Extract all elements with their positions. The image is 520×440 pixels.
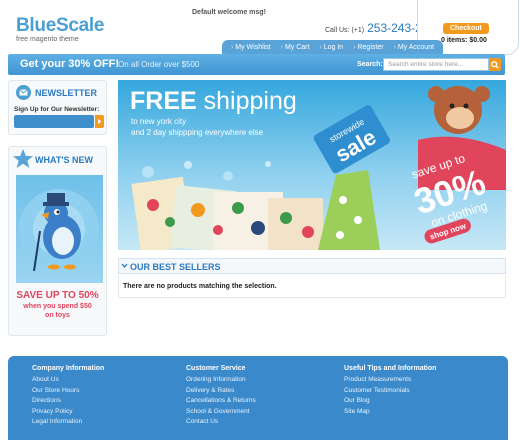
best-sellers-body: There are no products matching the selec… — [118, 276, 506, 298]
whats-new-line1: when you spend $50 — [23, 303, 92, 310]
footer-link-directions[interactable]: Directions — [32, 396, 104, 407]
brand-tagline: free magento theme — [16, 36, 79, 43]
footer-link-privacy[interactable]: Privacy Policy — [32, 407, 104, 418]
footer-link-legal[interactable]: Legal Information — [32, 417, 104, 428]
whats-new-title: WHAT'S NEW — [35, 155, 93, 165]
footer-link-sitemap[interactable]: Site Map — [344, 407, 436, 418]
footer-link-testimonials[interactable]: Customer Testimonials — [344, 386, 436, 397]
envelope-icon — [16, 85, 31, 100]
link-my-account[interactable]: My Account — [389, 44, 439, 51]
footer-link-measurements[interactable]: Product Measurements — [344, 375, 436, 386]
footer-link-cancellations[interactable]: Cancellations & Returns — [186, 396, 256, 407]
footer-link-about-us[interactable]: About Us — [32, 375, 104, 386]
banner-headline-bold: FREE — [130, 87, 197, 115]
link-my-cart[interactable]: My Cart — [276, 44, 315, 51]
whats-new-box: WHAT'S NEW SAVE UP TO 50% when you spend… — [8, 146, 107, 336]
footer-heading: Useful Tips and Information — [344, 365, 437, 372]
footer-link-contact[interactable]: Contact Us — [186, 417, 256, 428]
banner-headline-light: shipping — [196, 87, 297, 115]
footer-column-tips: Useful Tips and Information Product Meas… — [344, 365, 436, 417]
search-label: Search: — [357, 61, 383, 68]
search-button[interactable] — [489, 58, 501, 71]
footer-heading: Company Information — [32, 365, 105, 372]
promo-banner[interactable]: storewide sale save up to 30% on clothin… — [118, 80, 506, 250]
brand-name: BlueScale — [16, 15, 105, 36]
footer-heading: Customer Service — [186, 365, 246, 372]
promo-bar: Get your 30% OFF! On all Order over $500… — [8, 54, 505, 75]
footer-link-delivery[interactable]: Delivery & Rates — [186, 386, 256, 397]
welcome-message: Default welcome msg! — [192, 9, 266, 16]
newsletter-box: NEWSLETTER Sign Up for Our Newsletter: — [8, 80, 107, 135]
promo-headline: Get your 30% OFF! — [20, 58, 120, 70]
top-links: My Wishlist My Cart Log In Register My A… — [222, 40, 444, 54]
footer-column-service: Customer Service Ordering Information De… — [186, 365, 256, 428]
link-register[interactable]: Register — [348, 44, 388, 51]
footer-column-company: Company Information About Us Our Store H… — [32, 365, 104, 428]
banner-line1: to new york city — [131, 117, 187, 126]
site-footer: Company Information About Us Our Store H… — [8, 356, 508, 440]
whats-new-image[interactable] — [16, 175, 103, 283]
link-my-wishlist[interactable]: My Wishlist — [226, 44, 276, 51]
link-log-in[interactable]: Log In — [314, 44, 348, 51]
banner-headline: FREE shipping — [130, 88, 297, 114]
newsletter-submit-button[interactable] — [95, 115, 104, 128]
footer-link-ordering[interactable]: Ordering Information — [186, 375, 256, 386]
newsletter-title: NEWSLETTER — [35, 88, 97, 98]
cart-status[interactable]: 0 items: $0.00 — [441, 37, 487, 44]
star-icon — [13, 149, 33, 168]
newsletter-label: Sign Up for Our Newsletter: — [14, 106, 100, 113]
footer-link-store-hours[interactable]: Our Store Hours — [32, 386, 104, 397]
no-products-message: There are no products matching the selec… — [123, 283, 277, 290]
search-icon — [491, 60, 499, 69]
best-sellers-header: OUR BEST SELLERS — [118, 258, 506, 274]
whats-new-promo: SAVE UP TO 50% — [16, 290, 99, 301]
call-us-label: Call Us: (+1) — [325, 27, 365, 34]
site-logo[interactable]: BlueScale free magento theme — [16, 16, 104, 43]
best-sellers-title: OUR BEST SELLERS — [130, 262, 221, 272]
promo-subline: On all Order over $500 — [118, 60, 200, 69]
search-input[interactable]: Search entire store here... — [383, 58, 489, 71]
newsletter-email-input[interactable] — [14, 115, 94, 128]
footer-link-school[interactable]: School & Government — [186, 407, 256, 418]
checkout-button[interactable]: Checkout — [443, 23, 489, 34]
whats-new-line2: on toys — [45, 312, 70, 319]
chevron-down-icon — [121, 262, 128, 272]
footer-link-blog[interactable]: Our Blog — [344, 396, 436, 407]
banner-line2: and 2 day shippping everywhere else — [131, 128, 264, 137]
